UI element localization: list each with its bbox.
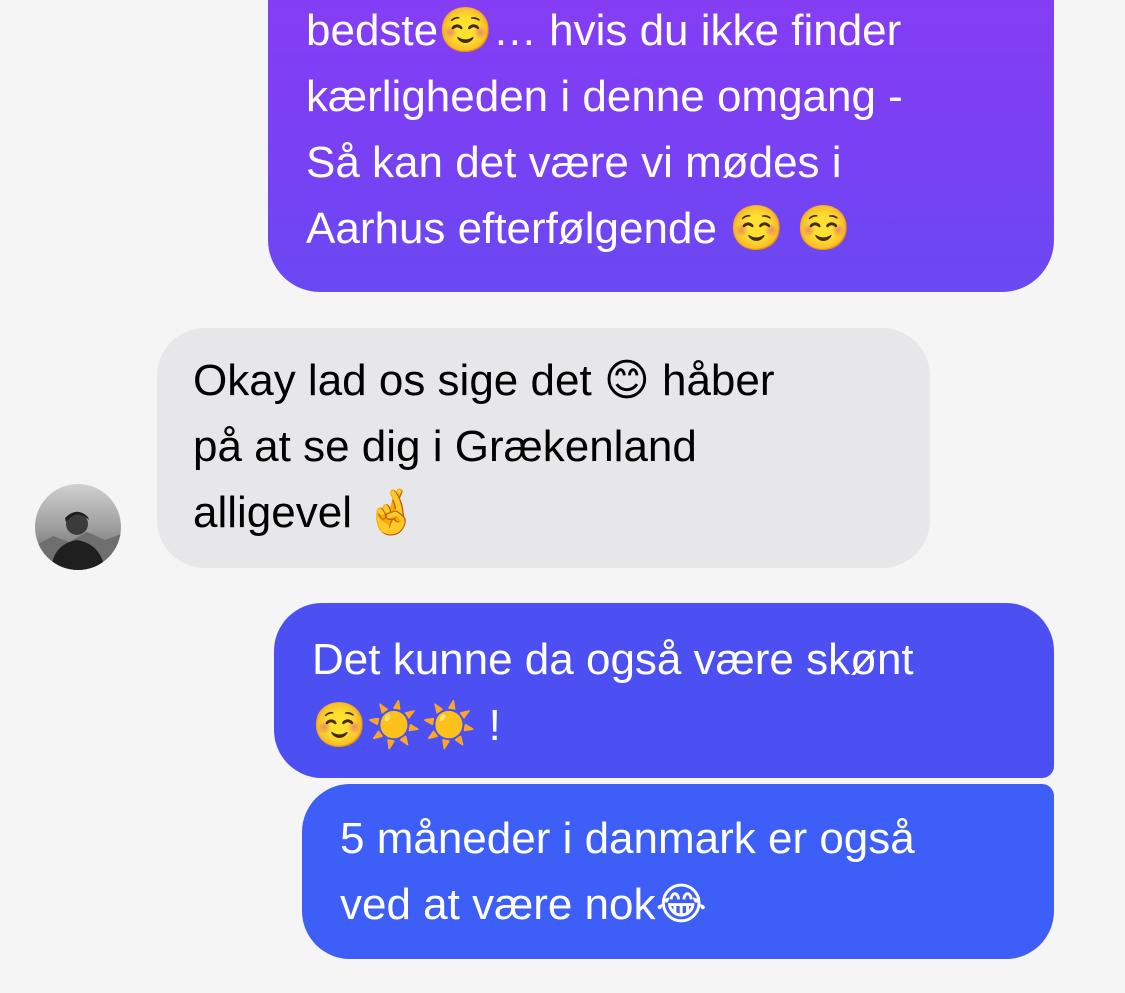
message-text-line: på at se dig i Grækenland (193, 422, 697, 471)
message-text-line: Okay lad os sige det 😊 håber (193, 356, 775, 405)
message-text-line: Aarhus efterfølgende ☺️ ☺️ (306, 204, 851, 253)
message-text-line: 5 måneder i danmark er også (340, 814, 915, 863)
message-text-line: Så kan det være vi mødes i (306, 138, 842, 187)
outgoing-message-bubble[interactable]: 5 måneder i danmark er også ved at være … (302, 784, 1054, 959)
message-text-line: Det kunne da også være skønt (312, 635, 914, 684)
message-text-line: kærligheden i denne omgang - (306, 72, 903, 121)
avatar[interactable] (35, 484, 121, 570)
message-text-line: ved at være nok😂 (340, 880, 707, 929)
message-text-line: ☺️☀️☀️ ! (312, 701, 501, 750)
incoming-message-bubble[interactable]: Okay lad os sige det 😊 håber på at se di… (157, 328, 930, 568)
outgoing-message-bubble[interactable]: bedste☺️… hvis du ikke finder kærlighede… (268, 0, 1054, 292)
message-text-line: bedste☺️… hvis du ikke finder (306, 6, 902, 55)
message-text-line: alligevel 🤞 (193, 488, 419, 537)
avatar-photo (35, 511, 121, 570)
outgoing-message-bubble[interactable]: Det kunne da også være skønt ☺️☀️☀️ ! (274, 603, 1054, 778)
